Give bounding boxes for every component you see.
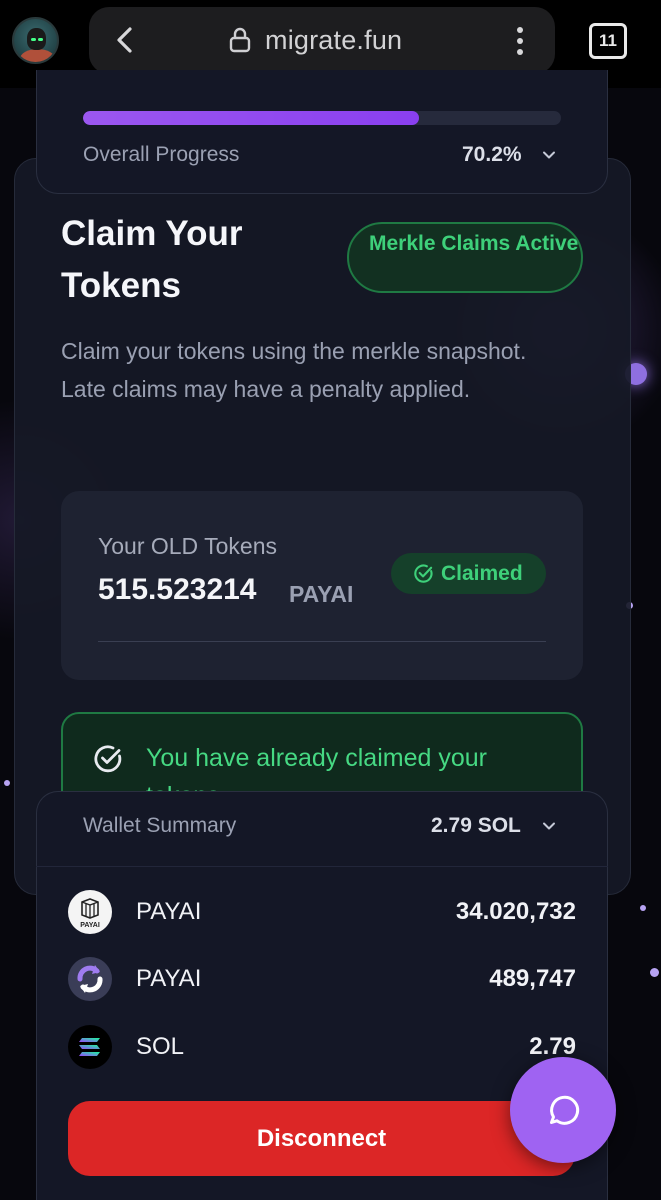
progress-panel[interactable] [36,70,608,194]
background-star [4,780,10,786]
lock-icon [229,27,251,53]
asset-value: 489,747 [489,965,576,992]
asset-name: PAYAI [136,898,202,925]
background-star [640,905,646,911]
divider [36,866,608,867]
payai-logo-text: PAYAI [80,922,100,929]
old-tokens-label: Your OLD Tokens [98,533,278,559]
divider [98,641,546,642]
progress-bar [83,111,561,125]
wallet-asset-row: SOL 2.79 [68,1025,576,1071]
status-badge: Merkle Claims Active [347,222,583,293]
background-star [650,968,659,977]
claimed-badge-label: Claimed [441,562,523,585]
old-tokens-amount: 515.523214 [98,573,257,606]
chevron-down-icon[interactable] [541,818,557,834]
wallet-asset-row: PAYAI 489,747 [68,957,576,1003]
asset-name: SOL [136,1033,185,1060]
asset-name: PAYAI [136,965,202,992]
payai-logo-icon: PAYAI [68,890,112,934]
wallet-total: 2.79 SOL [431,814,521,837]
progress-label: Overall Progress [83,143,240,166]
tabs-icon[interactable]: 11 [589,23,627,59]
back-icon[interactable] [113,26,137,54]
chat-bubble-icon [550,1095,580,1125]
migrate-swap-icon [68,957,112,1001]
address-bar[interactable]: migrate.fun [89,7,555,74]
wallet-summary-label: Wallet Summary [83,814,237,837]
avatar[interactable] [12,17,59,64]
old-tokens-unit: PAYAI [289,581,354,607]
page-title: Claim Your Tokens [61,214,243,305]
progress-bar-fill [83,111,419,125]
disconnect-button[interactable]: Disconnect [68,1101,575,1176]
wallet-asset-row: PAYAI PAYAI 34.020,732 [68,890,576,936]
progress-value: 70.2% [462,143,522,166]
claim-description: Claim your tokens using the merkle snaps… [61,338,527,402]
check-circle-icon [414,564,433,583]
solana-icon [68,1025,112,1069]
menu-icon[interactable] [514,25,526,57]
url-text[interactable]: migrate.fun [265,25,402,56]
chat-button[interactable] [510,1057,616,1163]
chevron-down-icon[interactable] [541,147,557,163]
claimed-badge: Claimed [391,553,546,594]
asset-value: 34.020,732 [455,898,576,925]
check-circle-icon [94,745,122,773]
